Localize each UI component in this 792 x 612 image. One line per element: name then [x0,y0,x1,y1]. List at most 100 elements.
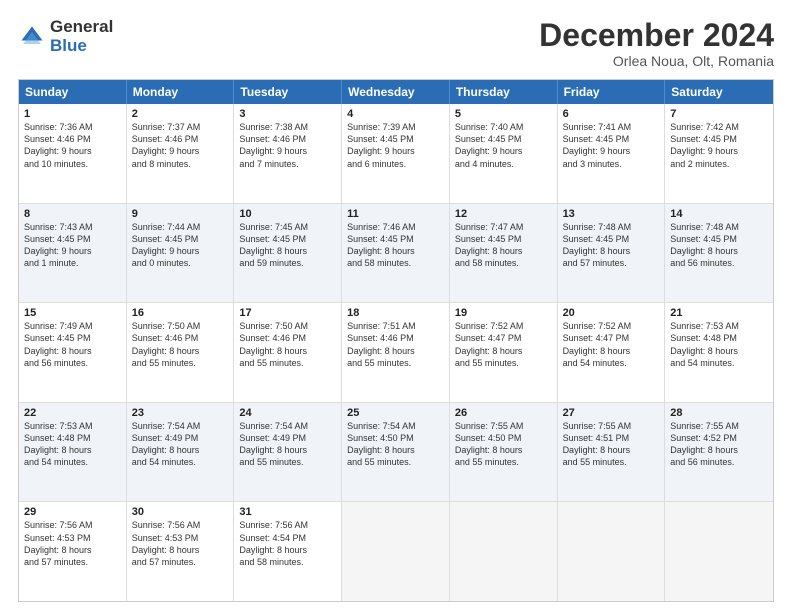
calendar-row-0: 1Sunrise: 7:36 AMSunset: 4:46 PMDaylight… [19,104,773,204]
cell-content: Sunrise: 7:42 AMSunset: 4:45 PMDaylight:… [670,121,768,170]
calendar-cell-empty [450,502,558,601]
cell-content: Sunrise: 7:45 AMSunset: 4:45 PMDaylight:… [239,221,336,270]
calendar-cell-day-7: 7Sunrise: 7:42 AMSunset: 4:45 PMDaylight… [665,104,773,203]
calendar-cell-day-14: 14Sunrise: 7:48 AMSunset: 4:45 PMDayligh… [665,204,773,303]
day-number: 31 [239,506,336,518]
cell-content: Sunrise: 7:48 AMSunset: 4:45 PMDaylight:… [563,221,660,270]
day-number: 3 [239,108,336,120]
calendar-cell-day-29: 29Sunrise: 7:56 AMSunset: 4:53 PMDayligh… [19,502,127,601]
cell-content: Sunrise: 7:55 AMSunset: 4:50 PMDaylight:… [455,420,552,469]
calendar-body: 1Sunrise: 7:36 AMSunset: 4:46 PMDaylight… [19,104,773,601]
header-day-saturday: Saturday [665,80,773,104]
cell-content: Sunrise: 7:56 AMSunset: 4:53 PMDaylight:… [24,519,121,568]
cell-content: Sunrise: 7:50 AMSunset: 4:46 PMDaylight:… [239,320,336,369]
logo-general-text: General [50,18,113,37]
calendar-cell-day-15: 15Sunrise: 7:49 AMSunset: 4:45 PMDayligh… [19,303,127,402]
calendar-cell-day-17: 17Sunrise: 7:50 AMSunset: 4:46 PMDayligh… [234,303,342,402]
cell-content: Sunrise: 7:52 AMSunset: 4:47 PMDaylight:… [563,320,660,369]
calendar-cell-day-5: 5Sunrise: 7:40 AMSunset: 4:45 PMDaylight… [450,104,558,203]
cell-content: Sunrise: 7:38 AMSunset: 4:46 PMDaylight:… [239,121,336,170]
calendar-cell-day-27: 27Sunrise: 7:55 AMSunset: 4:51 PMDayligh… [558,403,666,502]
header-day-sunday: Sunday [19,80,127,104]
logo: General Blue [18,18,113,55]
day-number: 1 [24,108,121,120]
day-number: 18 [347,307,444,319]
header-day-friday: Friday [558,80,666,104]
day-number: 14 [670,208,768,220]
header-day-wednesday: Wednesday [342,80,450,104]
cell-content: Sunrise: 7:56 AMSunset: 4:54 PMDaylight:… [239,519,336,568]
cell-content: Sunrise: 7:40 AMSunset: 4:45 PMDaylight:… [455,121,552,170]
calendar-cell-day-13: 13Sunrise: 7:48 AMSunset: 4:45 PMDayligh… [558,204,666,303]
cell-content: Sunrise: 7:47 AMSunset: 4:45 PMDaylight:… [455,221,552,270]
cell-content: Sunrise: 7:55 AMSunset: 4:52 PMDaylight:… [670,420,768,469]
cell-content: Sunrise: 7:36 AMSunset: 4:46 PMDaylight:… [24,121,121,170]
cell-content: Sunrise: 7:53 AMSunset: 4:48 PMDaylight:… [24,420,121,469]
calendar-cell-day-25: 25Sunrise: 7:54 AMSunset: 4:50 PMDayligh… [342,403,450,502]
cell-content: Sunrise: 7:56 AMSunset: 4:53 PMDaylight:… [132,519,229,568]
logo-blue-text: Blue [50,37,113,56]
cell-content: Sunrise: 7:41 AMSunset: 4:45 PMDaylight:… [563,121,660,170]
calendar-cell-day-16: 16Sunrise: 7:50 AMSunset: 4:46 PMDayligh… [127,303,235,402]
cell-content: Sunrise: 7:54 AMSunset: 4:50 PMDaylight:… [347,420,444,469]
header-day-thursday: Thursday [450,80,558,104]
day-number: 10 [239,208,336,220]
cell-content: Sunrise: 7:39 AMSunset: 4:45 PMDaylight:… [347,121,444,170]
calendar-cell-day-24: 24Sunrise: 7:54 AMSunset: 4:49 PMDayligh… [234,403,342,502]
cell-content: Sunrise: 7:54 AMSunset: 4:49 PMDaylight:… [132,420,229,469]
calendar-cell-day-22: 22Sunrise: 7:53 AMSunset: 4:48 PMDayligh… [19,403,127,502]
header-day-tuesday: Tuesday [234,80,342,104]
day-number: 19 [455,307,552,319]
cell-content: Sunrise: 7:48 AMSunset: 4:45 PMDaylight:… [670,221,768,270]
calendar-cell-day-8: 8Sunrise: 7:43 AMSunset: 4:45 PMDaylight… [19,204,127,303]
cell-content: Sunrise: 7:52 AMSunset: 4:47 PMDaylight:… [455,320,552,369]
day-number: 11 [347,208,444,220]
day-number: 12 [455,208,552,220]
day-number: 9 [132,208,229,220]
calendar-cell-day-12: 12Sunrise: 7:47 AMSunset: 4:45 PMDayligh… [450,204,558,303]
day-number: 8 [24,208,121,220]
calendar-cell-day-1: 1Sunrise: 7:36 AMSunset: 4:46 PMDaylight… [19,104,127,203]
calendar-cell-day-19: 19Sunrise: 7:52 AMSunset: 4:47 PMDayligh… [450,303,558,402]
calendar-cell-day-26: 26Sunrise: 7:55 AMSunset: 4:50 PMDayligh… [450,403,558,502]
day-number: 2 [132,108,229,120]
cell-content: Sunrise: 7:46 AMSunset: 4:45 PMDaylight:… [347,221,444,270]
calendar-cell-day-31: 31Sunrise: 7:56 AMSunset: 4:54 PMDayligh… [234,502,342,601]
calendar-title: December 2024 [539,18,774,53]
day-number: 5 [455,108,552,120]
calendar: SundayMondayTuesdayWednesdayThursdayFrid… [18,79,774,602]
calendar-cell-day-9: 9Sunrise: 7:44 AMSunset: 4:45 PMDaylight… [127,204,235,303]
title-block: December 2024 Orlea Noua, Olt, Romania [539,18,774,69]
day-number: 26 [455,407,552,419]
day-number: 22 [24,407,121,419]
day-number: 20 [563,307,660,319]
calendar-row-2: 15Sunrise: 7:49 AMSunset: 4:45 PMDayligh… [19,303,773,403]
day-number: 7 [670,108,768,120]
day-number: 13 [563,208,660,220]
calendar-cell-empty [558,502,666,601]
cell-content: Sunrise: 7:55 AMSunset: 4:51 PMDaylight:… [563,420,660,469]
calendar-cell-day-3: 3Sunrise: 7:38 AMSunset: 4:46 PMDaylight… [234,104,342,203]
day-number: 28 [670,407,768,419]
calendar-cell-day-18: 18Sunrise: 7:51 AMSunset: 4:46 PMDayligh… [342,303,450,402]
cell-content: Sunrise: 7:53 AMSunset: 4:48 PMDaylight:… [670,320,768,369]
calendar-cell-day-23: 23Sunrise: 7:54 AMSunset: 4:49 PMDayligh… [127,403,235,502]
calendar-header: SundayMondayTuesdayWednesdayThursdayFrid… [19,80,773,104]
cell-content: Sunrise: 7:54 AMSunset: 4:49 PMDaylight:… [239,420,336,469]
calendar-cell-day-21: 21Sunrise: 7:53 AMSunset: 4:48 PMDayligh… [665,303,773,402]
calendar-cell-empty [342,502,450,601]
day-number: 17 [239,307,336,319]
day-number: 29 [24,506,121,518]
calendar-row-3: 22Sunrise: 7:53 AMSunset: 4:48 PMDayligh… [19,403,773,503]
cell-content: Sunrise: 7:51 AMSunset: 4:46 PMDaylight:… [347,320,444,369]
calendar-cell-day-10: 10Sunrise: 7:45 AMSunset: 4:45 PMDayligh… [234,204,342,303]
header-day-monday: Monday [127,80,235,104]
day-number: 30 [132,506,229,518]
cell-content: Sunrise: 7:43 AMSunset: 4:45 PMDaylight:… [24,221,121,270]
day-number: 23 [132,407,229,419]
calendar-cell-day-30: 30Sunrise: 7:56 AMSunset: 4:53 PMDayligh… [127,502,235,601]
calendar-cell-day-20: 20Sunrise: 7:52 AMSunset: 4:47 PMDayligh… [558,303,666,402]
day-number: 25 [347,407,444,419]
day-number: 27 [563,407,660,419]
cell-content: Sunrise: 7:50 AMSunset: 4:46 PMDaylight:… [132,320,229,369]
